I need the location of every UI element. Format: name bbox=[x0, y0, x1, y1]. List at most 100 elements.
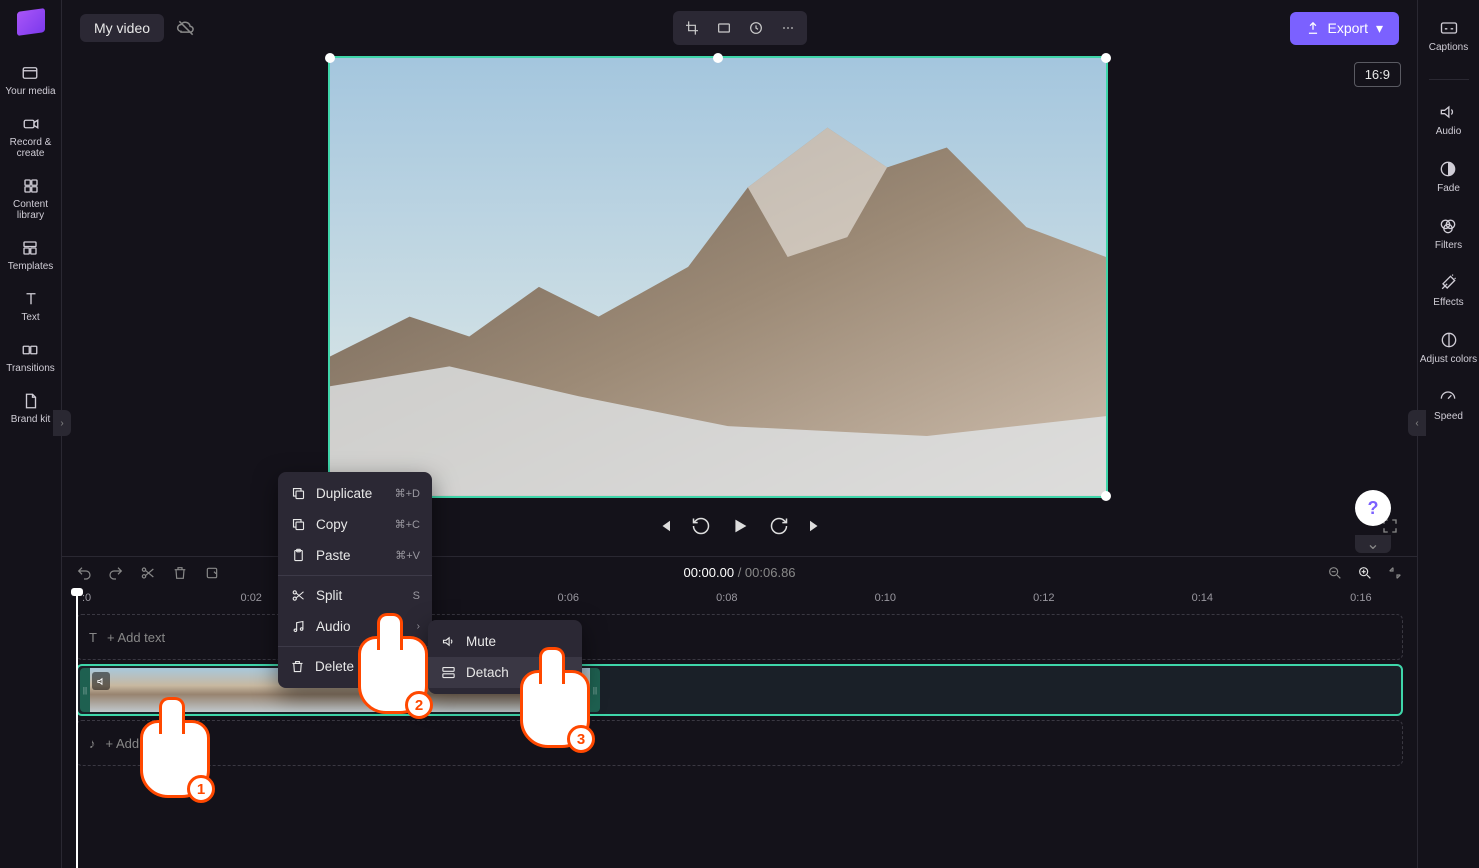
menu-label: Copy bbox=[316, 517, 348, 532]
sidebar-item-record-create[interactable]: Record & create bbox=[0, 115, 61, 159]
resize-handle[interactable] bbox=[1101, 491, 1111, 501]
timeline-toolbar: 00:00.00 / 00:06.86 bbox=[62, 556, 1417, 588]
paste-icon bbox=[290, 548, 306, 563]
audio-menu-icon bbox=[290, 619, 306, 634]
video-title-input[interactable]: My video bbox=[80, 14, 164, 42]
delete-icon bbox=[290, 659, 305, 674]
menu-item-duplicate[interactable]: Duplicate ⌘+D bbox=[278, 478, 432, 509]
clip-trim-left[interactable]: || bbox=[80, 668, 90, 712]
sidebar-item-label: Speed bbox=[1434, 411, 1463, 422]
brand-kit-icon bbox=[22, 392, 40, 410]
clip-mute-icon[interactable] bbox=[92, 672, 110, 690]
sidebar-item-label: Templates bbox=[8, 261, 54, 272]
total-duration: 00:06.86 bbox=[745, 565, 796, 580]
more-button[interactable] bbox=[773, 15, 803, 41]
sidebar-item-label: Record & create bbox=[0, 137, 61, 159]
help-button[interactable]: ? bbox=[1355, 490, 1391, 526]
export-button[interactable]: Export ▾ bbox=[1290, 12, 1400, 45]
menu-item-copy[interactable]: Copy ⌘+C bbox=[278, 509, 432, 540]
sidebar-item-label: Brand kit bbox=[11, 414, 50, 425]
app-logo-icon[interactable] bbox=[17, 8, 45, 36]
ruler-tick: 0:14 bbox=[1192, 592, 1213, 604]
ruler-tick: 0:12 bbox=[1033, 592, 1054, 604]
aspect-ratio-button[interactable]: 16:9 bbox=[1354, 62, 1401, 87]
crop-clip-button[interactable] bbox=[204, 565, 220, 581]
video-track[interactable]: || || bbox=[76, 664, 1403, 716]
delete-clip-button[interactable] bbox=[172, 565, 188, 581]
audio-track-icon: ♪ bbox=[89, 736, 96, 751]
sidebar-item-your-media[interactable]: Your media bbox=[5, 64, 55, 97]
ruler-tick: 0:08 bbox=[716, 592, 737, 604]
sidebar-item-transitions[interactable]: Transitions bbox=[6, 341, 55, 374]
menu-shortcut: EL bbox=[414, 661, 427, 673]
sidebar-item-text[interactable]: Text bbox=[21, 290, 39, 323]
resize-handle[interactable] bbox=[713, 53, 723, 63]
menu-label: Audio bbox=[316, 619, 351, 634]
timeline[interactable]: :0 0:02 0:06 0:08 0:10 0:12 0:14 0:16 T … bbox=[62, 588, 1417, 868]
cloud-sync-icon[interactable] bbox=[176, 18, 196, 38]
sidebar-item-templates[interactable]: Templates bbox=[8, 239, 54, 272]
submenu-item-detach[interactable]: Detach bbox=[428, 657, 582, 688]
menu-label: Paste bbox=[316, 548, 351, 563]
sidebar-item-speed[interactable]: Speed bbox=[1434, 387, 1463, 422]
menu-item-split[interactable]: Split S bbox=[278, 580, 432, 611]
sidebar-item-content-library[interactable]: Content library bbox=[0, 177, 61, 221]
sidebar-item-label: Effects bbox=[1433, 297, 1463, 308]
sidebar-item-captions[interactable]: Captions bbox=[1429, 18, 1468, 53]
right-sidebar: Captions Audio Fade Filters Effects Adju… bbox=[1417, 0, 1479, 868]
canvas-tools bbox=[673, 11, 807, 45]
sidebar-item-effects[interactable]: Effects bbox=[1433, 273, 1463, 308]
zoom-out-button[interactable] bbox=[1327, 565, 1343, 581]
templates-icon bbox=[21, 239, 39, 257]
context-menu: Duplicate ⌘+D Copy ⌘+C Paste ⌘+V Split S… bbox=[278, 472, 432, 688]
filters-icon bbox=[1438, 216, 1458, 236]
pip-button[interactable] bbox=[741, 15, 771, 41]
video-preview[interactable] bbox=[328, 56, 1108, 498]
menu-item-audio[interactable]: Audio › bbox=[278, 611, 432, 642]
resize-handle[interactable] bbox=[325, 53, 335, 63]
collapse-right-panel-button[interactable]: ‹ bbox=[1408, 410, 1426, 436]
text-icon bbox=[22, 290, 40, 308]
menu-item-delete[interactable]: Delete EL bbox=[278, 651, 432, 682]
redo-button[interactable] bbox=[108, 565, 124, 581]
skip-back-button[interactable] bbox=[655, 517, 673, 535]
sidebar-item-brand-kit[interactable]: Brand kit bbox=[11, 392, 50, 425]
ruler-tick: 0:10 bbox=[875, 592, 896, 604]
time-display: 00:00.00 / 00:06.86 bbox=[683, 565, 795, 580]
menu-item-paste[interactable]: Paste ⌘+V bbox=[278, 540, 432, 571]
fit-button[interactable] bbox=[709, 15, 739, 41]
sidebar-item-label: Filters bbox=[1435, 240, 1462, 251]
menu-label: Mute bbox=[466, 634, 496, 649]
sidebar-item-label: Audio bbox=[1436, 126, 1462, 137]
text-track[interactable]: T + Add text bbox=[76, 614, 1403, 660]
sidebar-item-audio[interactable]: Audio bbox=[1436, 102, 1462, 137]
rewind-button[interactable] bbox=[691, 516, 711, 536]
zoom-in-button[interactable] bbox=[1357, 565, 1373, 581]
crop-button[interactable] bbox=[677, 15, 707, 41]
collapse-timeline-button[interactable]: ⌄ bbox=[1355, 535, 1391, 553]
expand-left-panel-button[interactable]: › bbox=[53, 410, 71, 436]
sidebar-item-fade[interactable]: Fade bbox=[1437, 159, 1460, 194]
menu-label: Detach bbox=[466, 665, 509, 680]
sidebar-item-label: Content library bbox=[0, 199, 61, 221]
forward-button[interactable] bbox=[769, 516, 789, 536]
clip-trim-right[interactable]: || bbox=[590, 668, 600, 712]
play-button[interactable] bbox=[729, 515, 751, 537]
captions-icon bbox=[1439, 18, 1459, 38]
sidebar-item-filters[interactable]: Filters bbox=[1435, 216, 1462, 251]
skip-forward-button[interactable] bbox=[807, 517, 825, 535]
resize-handle[interactable] bbox=[1101, 53, 1111, 63]
mute-icon bbox=[440, 634, 456, 649]
sidebar-item-label: Text bbox=[21, 312, 39, 323]
transport-controls bbox=[62, 508, 1417, 544]
audio-track[interactable]: ♪ + Add audio bbox=[76, 720, 1403, 766]
sidebar-item-label: Captions bbox=[1429, 42, 1468, 53]
fit-timeline-button[interactable] bbox=[1387, 565, 1403, 581]
media-icon bbox=[21, 64, 39, 82]
ruler-tick: :0 bbox=[82, 592, 91, 604]
undo-button[interactable] bbox=[76, 565, 92, 581]
playhead[interactable] bbox=[76, 588, 78, 868]
sidebar-item-adjust-colors[interactable]: Adjust colors bbox=[1420, 330, 1477, 365]
split-button[interactable] bbox=[140, 565, 156, 581]
submenu-item-mute[interactable]: Mute bbox=[428, 626, 582, 657]
